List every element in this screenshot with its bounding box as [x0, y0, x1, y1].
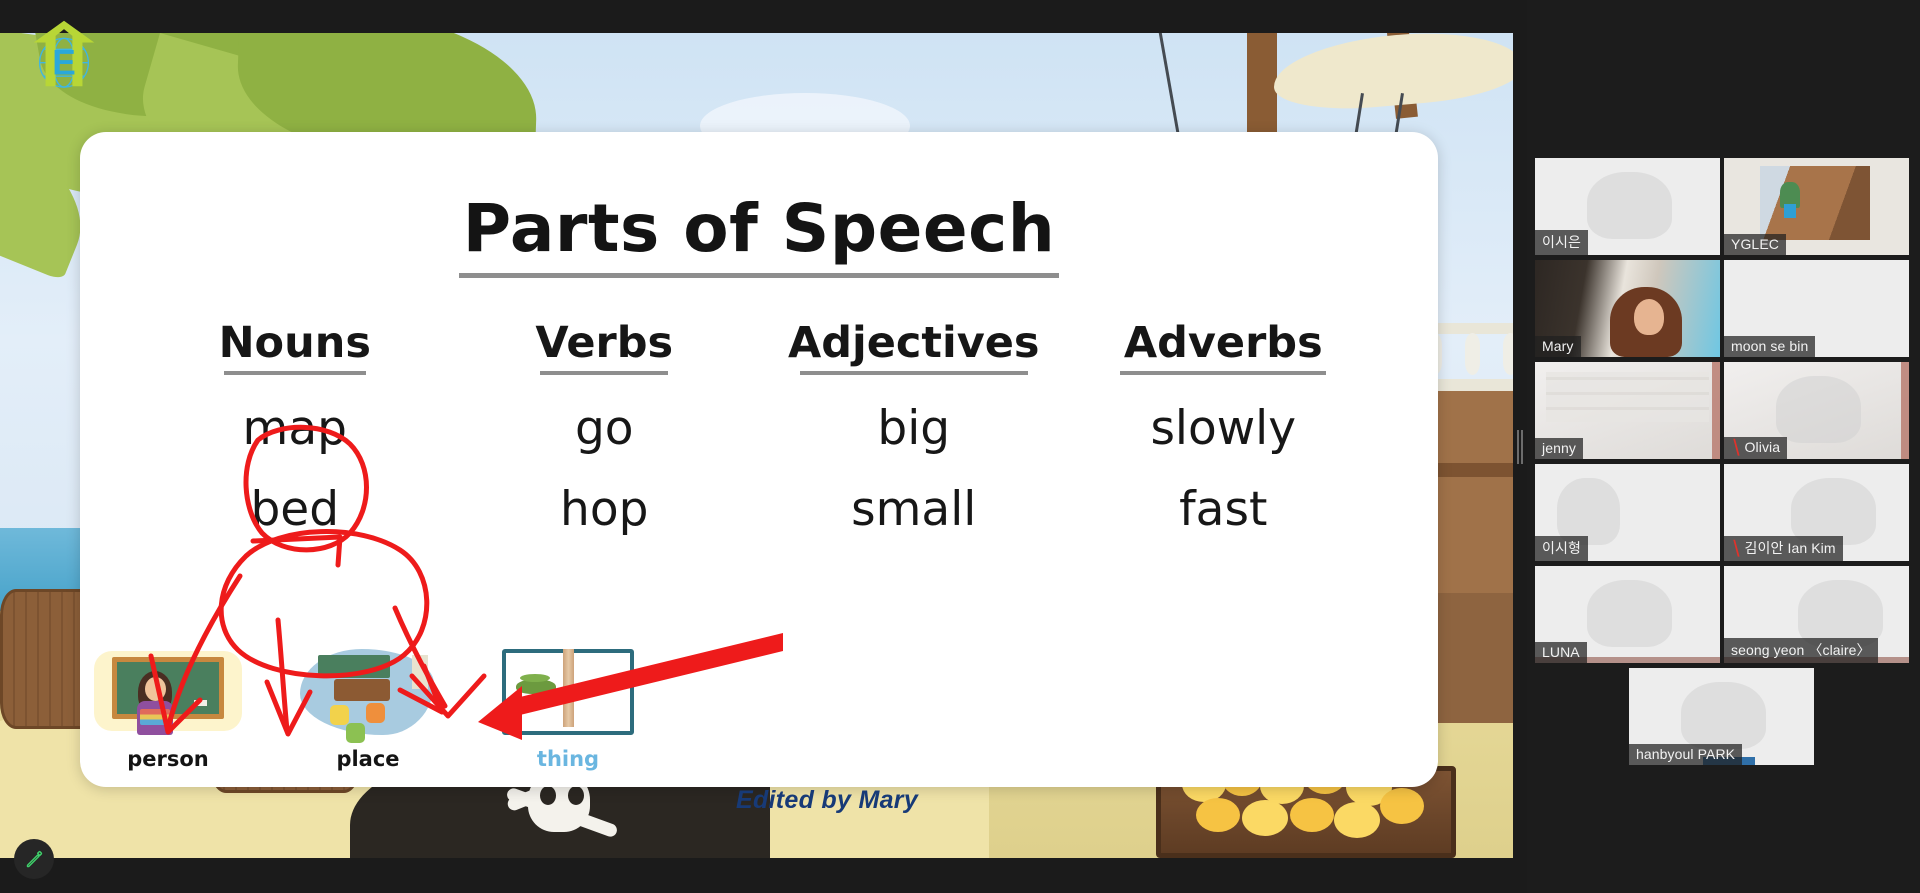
participant-tile[interactable]: jenny	[1535, 362, 1720, 459]
participant-name: ╲ Olivia	[1724, 437, 1788, 459]
label-place: place	[336, 747, 400, 771]
classroom-icon	[294, 645, 442, 743]
word-adverb-2: fast	[1179, 482, 1268, 537]
participant-name: LUNA	[1535, 642, 1587, 663]
word-verb-1: go	[574, 401, 634, 456]
participant-name: seong yeon 〈claire〉	[1724, 638, 1878, 663]
shared-screen-region: Parts of Speech Nouns map bed Verbs go h…	[0, 0, 1521, 893]
word-noun-2: bed	[250, 482, 340, 537]
participant-tile[interactable]: YGLEC	[1724, 158, 1909, 255]
open-book-icon	[494, 645, 642, 737]
participant-name: 이시은	[1535, 230, 1588, 255]
participant-tile[interactable]: hanbyoul PARK	[1629, 668, 1814, 765]
column-header-verbs: Verbs	[535, 318, 674, 368]
muted-microphone-icon: ╲	[1731, 439, 1740, 455]
title-underline	[459, 273, 1059, 278]
panel-resize-handle[interactable]	[1513, 0, 1527, 893]
participant-name: Mary	[1535, 336, 1581, 357]
column-adjectives: Adjectives big small	[759, 318, 1069, 537]
participant-tile[interactable]: seong yeon 〈claire〉	[1724, 566, 1909, 663]
participant-name: moon se bin	[1724, 336, 1816, 357]
column-nouns: Nouns map bed	[140, 318, 450, 537]
participant-name: YGLEC	[1724, 234, 1786, 255]
word-adverb-1: slowly	[1150, 401, 1297, 456]
muted-microphone-icon: ╲	[1731, 540, 1740, 556]
participant-tile[interactable]: ╲ Olivia	[1724, 362, 1909, 459]
pencil-icon	[26, 850, 42, 867]
svg-text:E: E	[52, 43, 76, 82]
slide-card: Parts of Speech Nouns map bed Verbs go h…	[80, 132, 1438, 787]
participant-video-panel: 이시은 YGLEC Mary moon se bin jenny ╲ Olivi…	[1527, 0, 1920, 893]
eco-globe-arrow-logo: E	[33, 20, 95, 88]
parts-of-speech-grid: Nouns map bed Verbs go hop Adjectives bi…	[80, 318, 1438, 537]
participant-tile[interactable]: LUNA	[1535, 566, 1720, 663]
column-verbs: Verbs go hop	[450, 318, 760, 537]
example-thing: thing	[494, 645, 642, 771]
participant-tile-active-speaker[interactable]: Mary	[1535, 260, 1720, 357]
example-person: person	[94, 645, 242, 771]
participant-name: jenny	[1535, 438, 1583, 459]
participant-tile[interactable]: moon se bin	[1724, 260, 1909, 357]
slide-credit: Edited by Mary	[736, 786, 919, 814]
noun-examples-row: person place thing	[94, 645, 642, 771]
participant-name: 이시형	[1535, 536, 1588, 561]
word-adjective-2: small	[851, 482, 977, 537]
column-header-adverbs: Adverbs	[1123, 318, 1323, 368]
meeting-window: Parts of Speech Nouns map bed Verbs go h…	[0, 0, 1920, 893]
slide-title: Parts of Speech	[462, 190, 1056, 267]
column-header-nouns: Nouns	[218, 318, 371, 368]
participant-tile[interactable]: ╲ 김이안 Ian Kim	[1724, 464, 1909, 561]
column-header-adjectives: Adjectives	[787, 318, 1040, 368]
annotate-button[interactable]	[14, 839, 54, 879]
word-noun-1: map	[242, 401, 347, 456]
column-adverbs: Adverbs slowly fast	[1069, 318, 1379, 537]
participant-tile[interactable]: 이시은	[1535, 158, 1720, 255]
participant-name: ╲ 김이안 Ian Kim	[1724, 536, 1843, 561]
example-place: place	[294, 645, 442, 771]
label-person: person	[127, 747, 209, 771]
participant-grid: 이시은 YGLEC Mary moon se bin jenny ╲ Olivi…	[1535, 158, 1912, 765]
word-adjective-1: big	[877, 401, 951, 456]
word-verb-2: hop	[560, 482, 649, 537]
teacher-chalkboard-icon	[94, 645, 242, 737]
participant-name: hanbyoul PARK	[1629, 744, 1743, 765]
label-thing: thing	[536, 747, 600, 771]
participant-tile[interactable]: 이시형	[1535, 464, 1720, 561]
